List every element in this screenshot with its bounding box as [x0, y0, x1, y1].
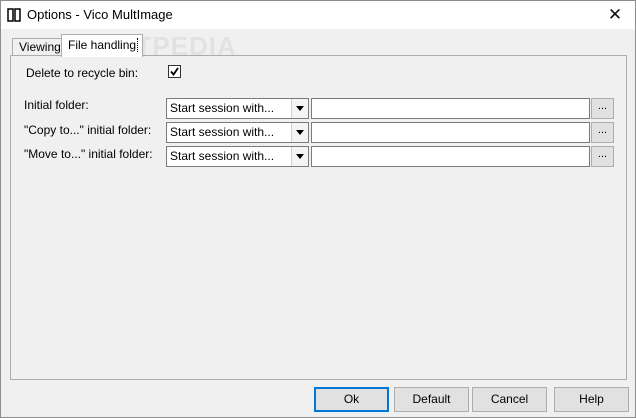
move-to-folder-label: "Move to..." initial folder: — [24, 147, 153, 161]
chevron-down-icon — [296, 130, 304, 135]
checkmark-icon — [170, 67, 179, 76]
title-bar[interactable]: Options - Vico MultImage ✕ — [1, 1, 635, 29]
initial-folder-path-input[interactable] — [311, 98, 590, 119]
help-button[interactable]: Help — [554, 387, 629, 412]
move-to-folder-browse-button[interactable]: ... — [591, 146, 614, 167]
dropdown-arrow[interactable] — [291, 99, 308, 118]
cancel-button[interactable]: Cancel — [472, 387, 547, 412]
initial-folder-label: Initial folder: — [24, 98, 89, 112]
select-value: Start session with... — [170, 149, 275, 163]
options-window: Options - Vico MultImage ✕ SOFTPEDIA Vie… — [0, 0, 636, 418]
select-value: Start session with... — [170, 125, 275, 139]
copy-to-folder-browse-button[interactable]: ... — [591, 122, 614, 143]
dropdown-arrow[interactable] — [291, 147, 308, 166]
dropdown-arrow[interactable] — [291, 123, 308, 142]
default-button[interactable]: Default — [394, 387, 469, 412]
chevron-down-icon — [296, 154, 304, 159]
tab-file-handling-label: File handling — [68, 38, 137, 52]
recycle-bin-checkbox[interactable] — [168, 65, 181, 78]
copy-to-folder-select[interactable]: Start session with... — [166, 122, 309, 143]
close-button[interactable]: ✕ — [595, 1, 635, 29]
app-icon — [7, 8, 21, 22]
window-title: Options - Vico MultImage — [27, 7, 173, 22]
move-to-folder-path-input[interactable] — [311, 146, 590, 167]
tab-file-handling[interactable]: File handling — [61, 34, 144, 57]
move-to-folder-select[interactable]: Start session with... — [166, 146, 309, 167]
initial-folder-select[interactable]: Start session with... — [166, 98, 309, 119]
focus-indicator — [137, 38, 139, 52]
copy-to-folder-path-input[interactable] — [311, 122, 590, 143]
copy-to-folder-label: "Copy to..." initial folder: — [24, 123, 152, 137]
select-value: Start session with... — [170, 101, 275, 115]
ok-button[interactable]: Ok — [314, 387, 389, 412]
initial-folder-browse-button[interactable]: ... — [591, 98, 614, 119]
chevron-down-icon — [296, 106, 304, 111]
close-icon: ✕ — [607, 5, 623, 24]
tab-viewing[interactable]: Viewing — [12, 38, 68, 56]
recycle-bin-label: Delete to recycle bin: — [26, 66, 139, 80]
